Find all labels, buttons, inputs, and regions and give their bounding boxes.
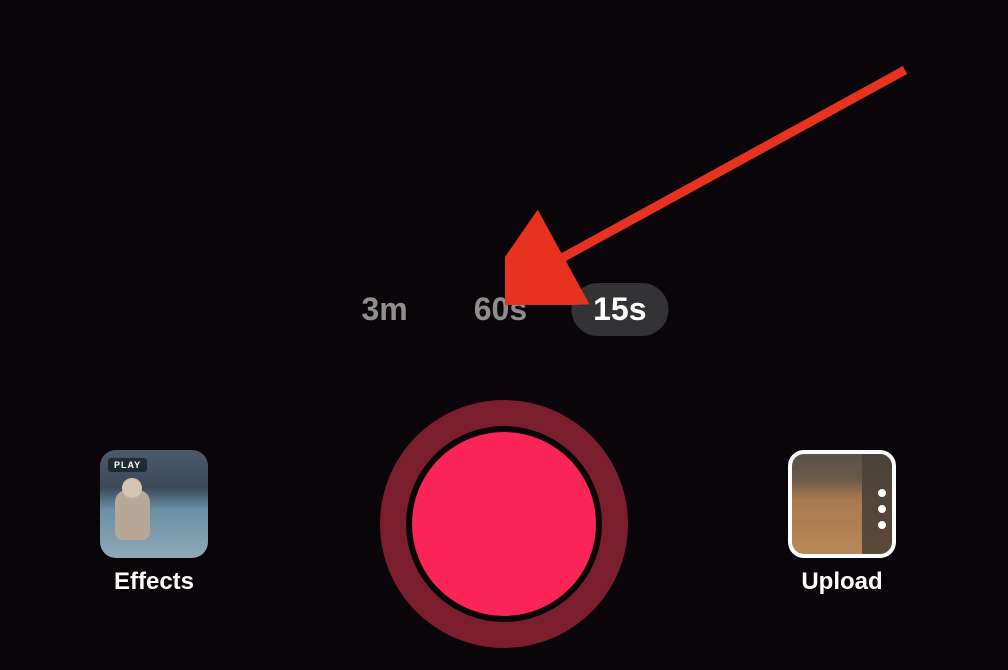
annotation-arrow-icon: [505, 55, 925, 305]
effects-button[interactable]: PLAY Effects: [100, 450, 208, 596]
upload-thumb-decor-icon: [878, 489, 886, 529]
duration-option-60s[interactable]: 60s: [452, 283, 549, 336]
upload-thumbnail: [788, 450, 896, 558]
duration-selector[interactable]: 3m 60s 15s: [339, 283, 668, 336]
effects-play-badge: PLAY: [108, 458, 147, 472]
duration-option-3m[interactable]: 3m: [339, 283, 429, 336]
upload-button[interactable]: Upload: [788, 450, 896, 596]
effects-thumbnail: PLAY: [100, 450, 208, 558]
record-button[interactable]: [380, 400, 628, 648]
duration-option-15s[interactable]: 15s: [571, 283, 668, 336]
record-button-inner-icon: [406, 426, 602, 622]
effects-label: Effects: [114, 568, 194, 596]
upload-label: Upload: [801, 568, 882, 596]
